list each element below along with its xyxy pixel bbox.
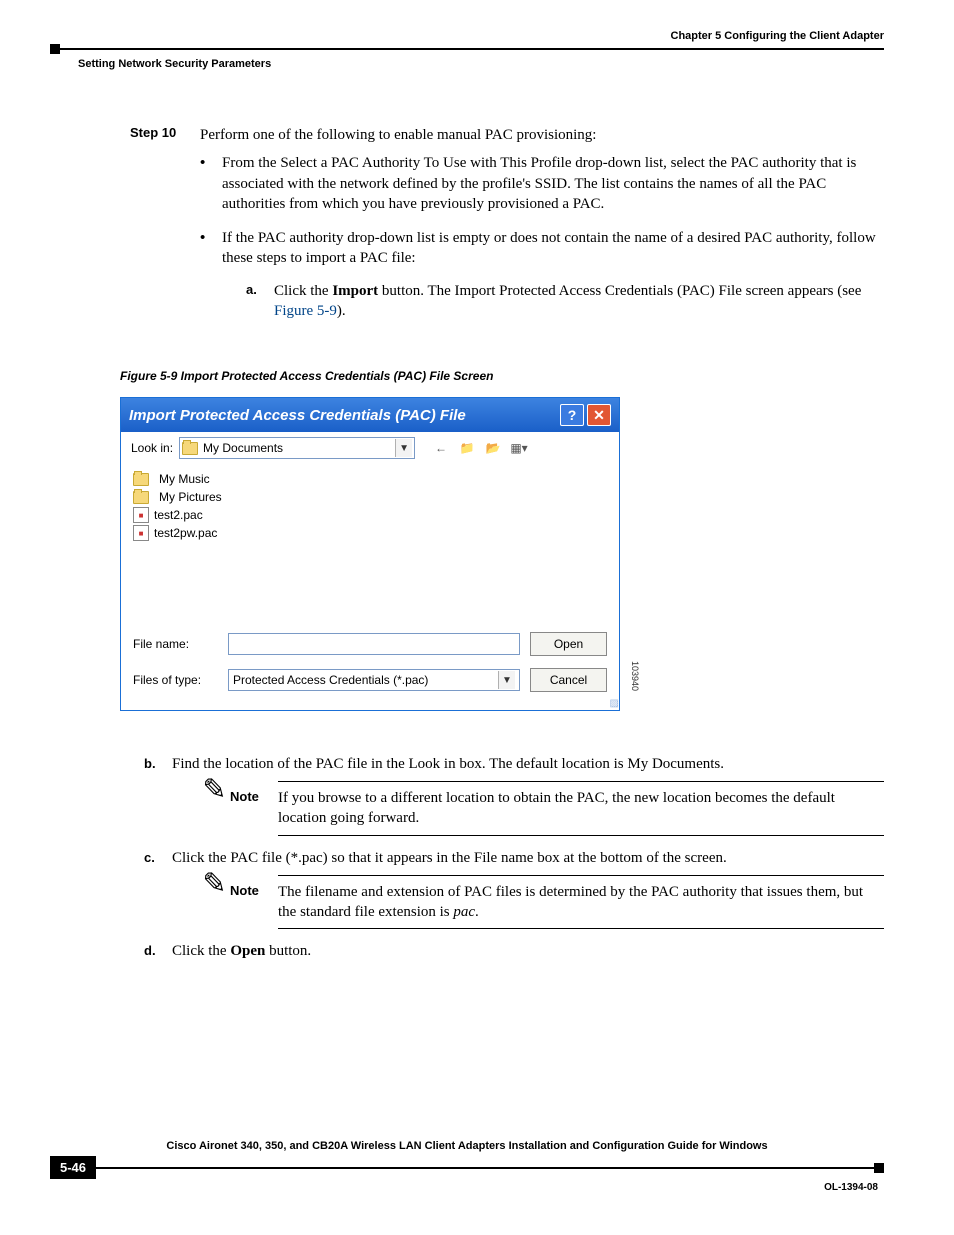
chevron-down-icon: ▼ — [498, 671, 515, 689]
substep-b: b. Find the location of the PAC file in … — [144, 756, 884, 836]
list-item[interactable]: ■test2pw.pac — [133, 524, 607, 542]
open-button[interactable]: Open — [530, 632, 607, 656]
note-text: The filename and extension of PAC files … — [278, 875, 884, 930]
filename-input[interactable] — [228, 633, 520, 655]
file-list[interactable]: My Music My Pictures ■test2.pac ■test2pw… — [121, 464, 619, 626]
lookin-label: Look in: — [131, 441, 173, 455]
list-item[interactable]: ■test2.pac — [133, 506, 607, 524]
substep-c: c. Click the PAC file (*.pac) so that it… — [144, 850, 884, 930]
folder-icon — [133, 491, 149, 504]
filetype-label: Files of type: — [133, 673, 218, 687]
up-folder-icon[interactable]: 📁 — [457, 438, 477, 458]
list-item[interactable]: My Pictures — [133, 488, 607, 506]
footer-rule: 5-46 — [50, 1156, 884, 1179]
figure-caption: Figure 5-9 Import Protected Access Crede… — [120, 369, 884, 383]
dialog-window: Import Protected Access Credentials (PAC… — [120, 397, 620, 711]
chapter-label: Chapter 5 Configuring the Client Adapter — [50, 30, 884, 42]
footer-title: Cisco Aironet 340, 350, and CB20A Wirele… — [50, 1140, 884, 1152]
substep-d: d. Click the Open button. — [144, 943, 884, 960]
file-icon: ■ — [133, 507, 149, 523]
page-number: 5-46 — [50, 1156, 96, 1179]
substep-a: a. Click the Import button. The Import P… — [246, 281, 884, 322]
note-icon: ✎ — [202, 781, 231, 836]
chevron-down-icon: ▼ — [395, 439, 412, 457]
header-rule — [50, 44, 884, 54]
list-item[interactable]: My Music — [133, 470, 607, 488]
note-text: If you browse to a different location to… — [278, 781, 884, 836]
step-intro: Perform one of the following to enable m… — [200, 125, 884, 145]
new-folder-icon[interactable]: 📂 — [483, 438, 503, 458]
figure-ref-link[interactable]: Figure 5-9 — [274, 303, 337, 319]
image-number: 103940 — [630, 661, 640, 691]
note-label: Note — [230, 875, 278, 930]
doc-id: OL-1394-08 — [50, 1182, 878, 1193]
step-label: Step 10 — [130, 125, 200, 349]
filetype-dropdown[interactable]: Protected Access Credentials (*.pac) ▼ — [228, 669, 520, 691]
help-button[interactable]: ? — [560, 404, 584, 426]
section-label: Setting Network Security Parameters — [78, 58, 884, 70]
folder-icon — [133, 473, 149, 486]
file-icon: ■ — [133, 525, 149, 541]
close-button[interactable]: ✕ — [587, 404, 611, 426]
cancel-button[interactable]: Cancel — [530, 668, 607, 692]
back-icon[interactable]: ← — [431, 438, 451, 458]
lookin-dropdown[interactable]: My Documents ▼ — [179, 437, 415, 459]
bullet: If the PAC authority drop-down list is e… — [200, 228, 884, 335]
note-label: Note — [230, 781, 278, 836]
resize-grip[interactable]: ▨ — [121, 698, 619, 710]
dialog-title: Import Protected Access Credentials (PAC… — [129, 407, 557, 424]
note-icon: ✎ — [202, 874, 231, 929]
folder-icon — [182, 442, 198, 455]
view-menu-icon[interactable]: ▦▾ — [509, 438, 529, 458]
filename-label: File name: — [133, 637, 218, 651]
dialog-titlebar: Import Protected Access Credentials (PAC… — [121, 398, 619, 432]
bullet: From the Select a PAC Authority To Use w… — [200, 153, 884, 214]
